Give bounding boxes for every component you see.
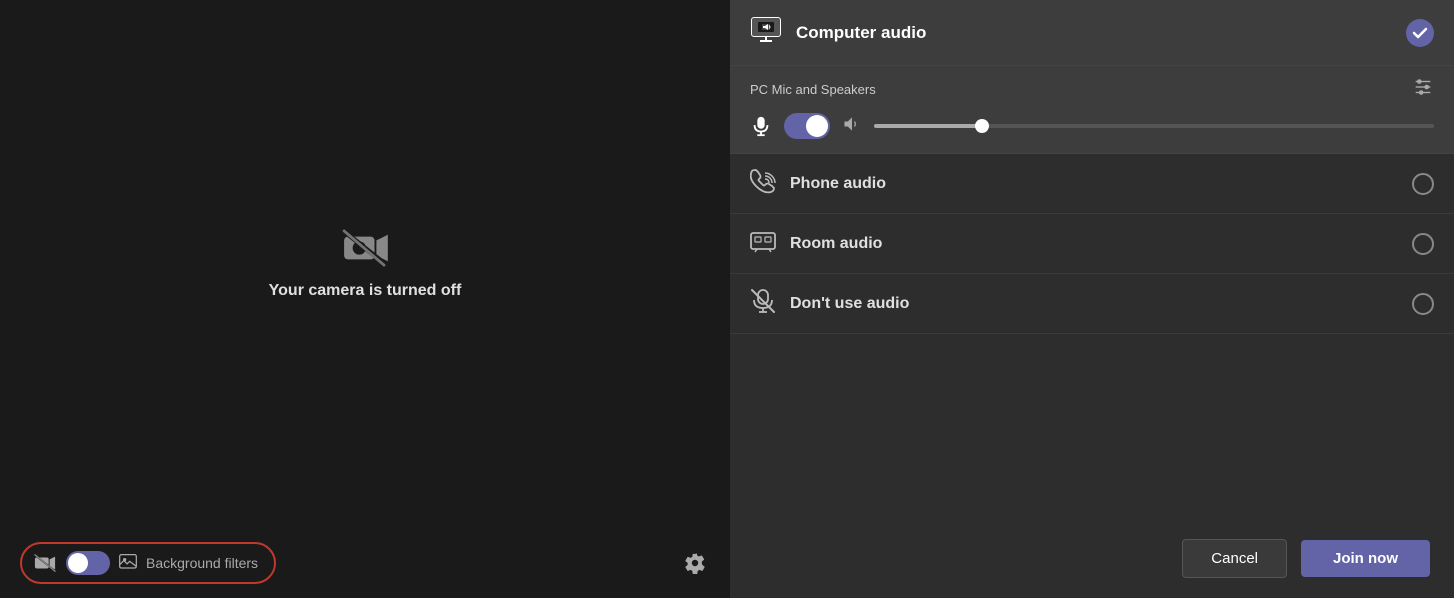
camera-off-icon [339, 228, 391, 268]
pc-mic-speakers-row: PC Mic and Speakers [730, 66, 1454, 154]
camera-toggle-switch[interactable] [66, 551, 110, 575]
no-audio-icon [750, 288, 776, 319]
volume-slider[interactable] [874, 124, 1434, 128]
background-filters-label: Background filters [146, 555, 258, 571]
camera-controls-pill: Background filters [20, 542, 276, 584]
volume-thumb[interactable] [975, 119, 989, 133]
toggle-knob [68, 553, 88, 573]
no-audio-label: Don't use audio [790, 295, 1398, 313]
mic-button[interactable] [750, 115, 772, 137]
volume-icon [842, 114, 862, 139]
room-audio-option[interactable]: Room audio [730, 214, 1454, 274]
computer-audio-icon [750, 14, 782, 51]
volume-fill [874, 124, 986, 128]
camera-toolbar: Background filters [0, 528, 730, 598]
room-audio-label: Room audio [790, 235, 1398, 253]
mic-speaker-controls [750, 113, 1434, 139]
cancel-button[interactable]: Cancel [1182, 539, 1287, 578]
phone-audio-icon [750, 168, 776, 199]
camera-preview-area: Your camera is turned off [0, 0, 730, 528]
mic-toggle-knob [806, 115, 828, 137]
background-filters-button[interactable]: Background filters [118, 553, 258, 573]
pc-mic-label: PC Mic and Speakers [750, 82, 876, 97]
camera-panel: Your camera is turned off [0, 0, 730, 598]
camera-settings-button[interactable] [680, 548, 710, 578]
mixer-icon[interactable] [1412, 76, 1434, 103]
mic-speaker-header: PC Mic and Speakers [750, 76, 1434, 103]
no-audio-option[interactable]: Don't use audio [730, 274, 1454, 334]
no-audio-radio[interactable] [1412, 293, 1434, 315]
room-audio-icon [750, 228, 776, 259]
phone-audio-option[interactable]: Phone audio [730, 154, 1454, 214]
room-audio-radio[interactable] [1412, 233, 1434, 255]
camera-toggle-button[interactable] [32, 550, 58, 576]
mic-toggle-switch[interactable] [784, 113, 830, 139]
phone-audio-label: Phone audio [790, 175, 1398, 193]
camera-off-message: Your camera is turned off [269, 282, 462, 300]
audio-panel: Computer audio PC Mic and Speakers [730, 0, 1454, 598]
bottom-actions: Cancel Join now [730, 519, 1454, 598]
join-now-button[interactable]: Join now [1301, 540, 1430, 577]
computer-audio-check [1406, 19, 1434, 47]
computer-audio-option[interactable]: Computer audio [730, 0, 1454, 66]
phone-audio-radio[interactable] [1412, 173, 1434, 195]
computer-audio-label: Computer audio [796, 23, 1392, 43]
